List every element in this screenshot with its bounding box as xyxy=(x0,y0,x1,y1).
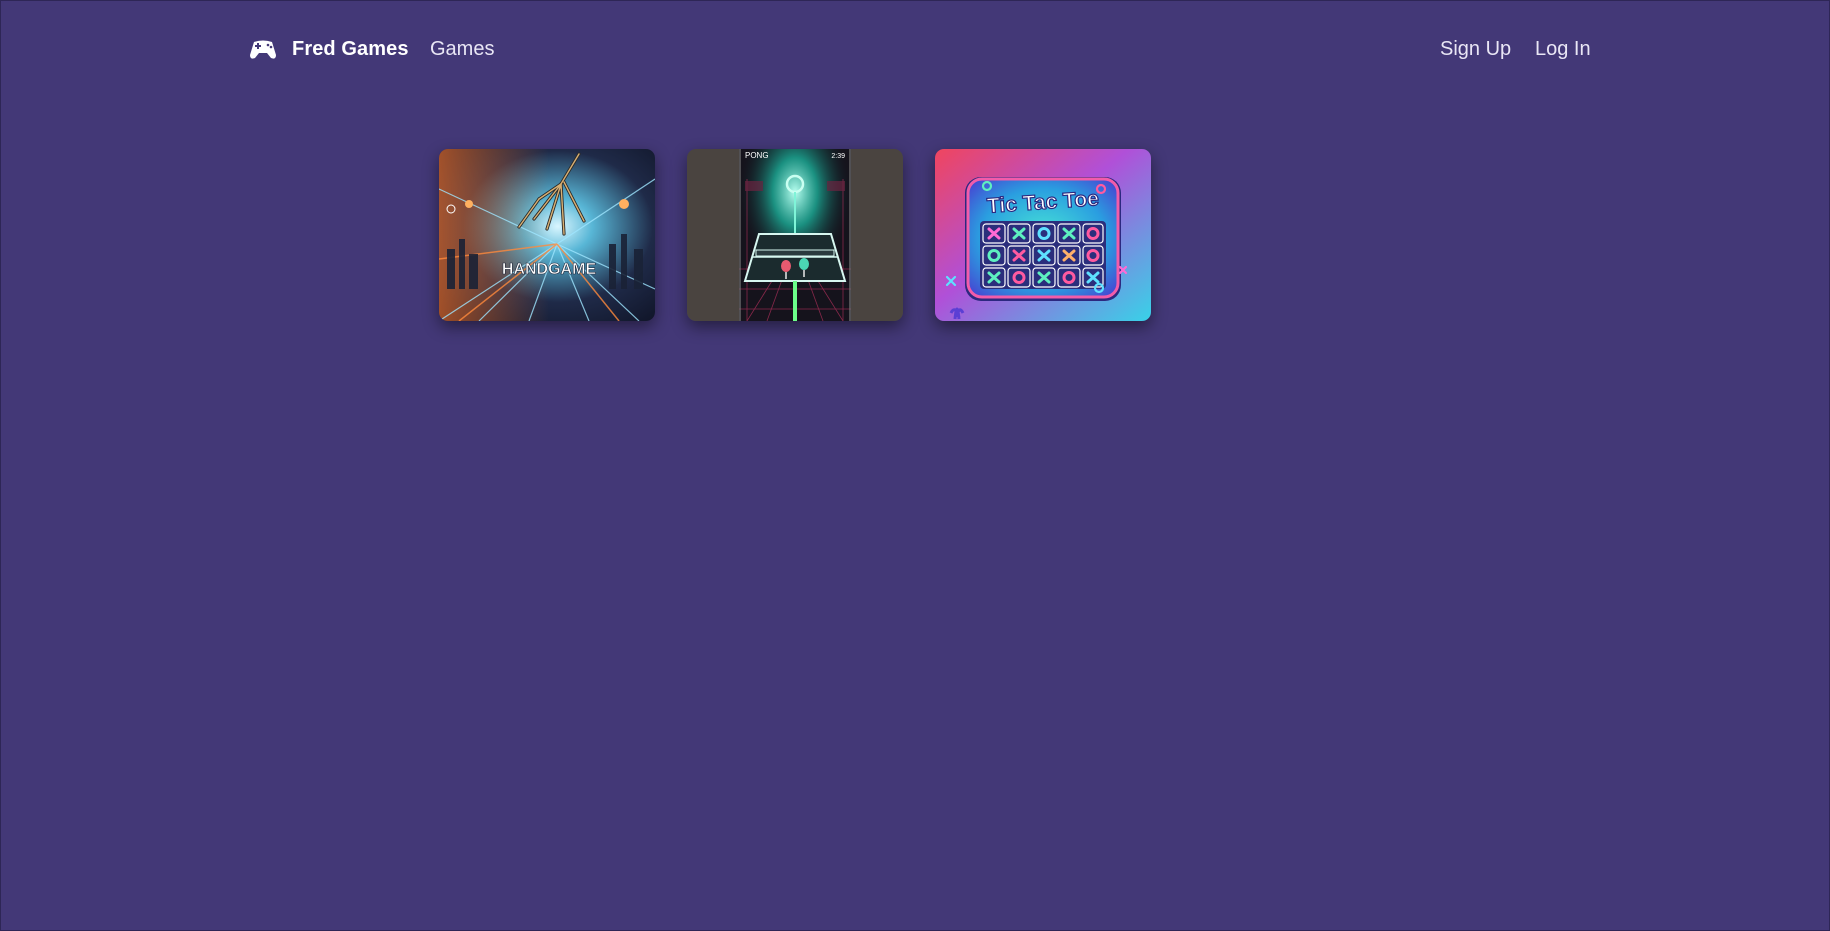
game-card-tic-tac-toe[interactable]: Tic Tac Toe xyxy=(935,149,1151,321)
sign-up-link[interactable]: Sign Up xyxy=(1440,35,1511,63)
gamepad-icon xyxy=(248,37,278,61)
nav-games-link[interactable]: Games xyxy=(430,35,494,63)
tic-tac-toe-thumbnail: Tic Tac Toe xyxy=(935,149,1151,321)
handgame-thumbnail: HANDGAME xyxy=(439,149,655,321)
top-navbar: Fred Games Games Sign Up Log In xyxy=(1,1,1830,97)
pong-score-art: 2:39 xyxy=(831,153,845,160)
brand-home-link[interactable]: Fred Games xyxy=(248,33,409,65)
brand-name: Fred Games xyxy=(292,37,409,60)
games-grid: HANDGAME PONG 2:39 Tic Tac Toe xyxy=(439,149,1151,321)
game-card-handgame[interactable]: HANDGAME xyxy=(439,149,655,321)
game-card-pong[interactable]: PONG 2:39 xyxy=(687,149,903,321)
handgame-title-art: HANDGAME xyxy=(502,261,597,278)
pong-title-art: PONG xyxy=(745,151,769,160)
log-in-link[interactable]: Log In xyxy=(1535,35,1591,63)
pong-thumbnail: PONG 2:39 xyxy=(687,149,903,321)
